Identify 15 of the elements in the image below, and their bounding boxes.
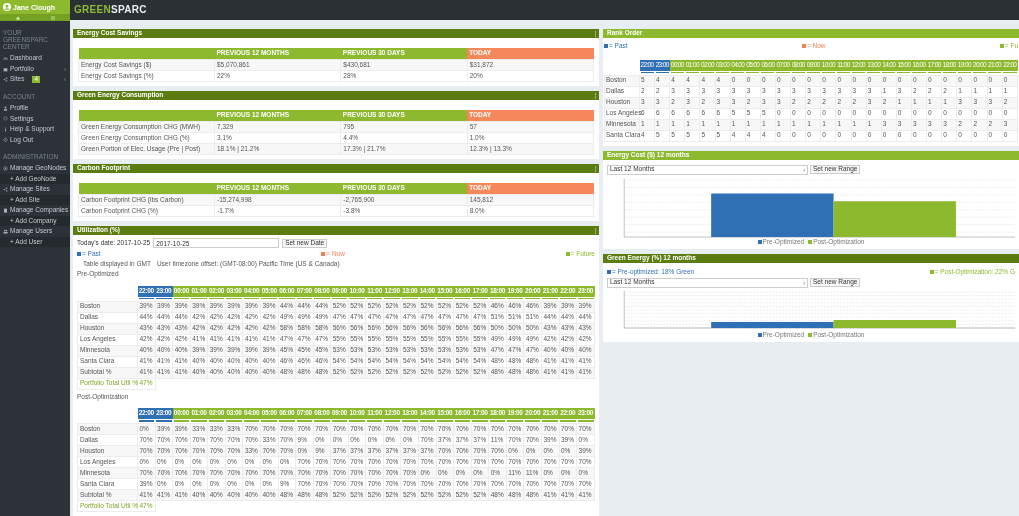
grid-icon[interactable] bbox=[50, 15, 55, 20]
user-icon bbox=[3, 105, 8, 111]
users-icon bbox=[3, 228, 8, 234]
building-icon bbox=[3, 207, 8, 213]
settings-icon bbox=[3, 116, 8, 122]
power-icon bbox=[3, 137, 8, 143]
avatar-icon bbox=[3, 3, 11, 11]
share-icon bbox=[3, 186, 8, 192]
caret-icon bbox=[802, 167, 805, 172]
folder-icon bbox=[3, 66, 8, 72]
caret-icon bbox=[802, 280, 805, 285]
target-icon bbox=[3, 165, 8, 171]
logo: GREENSPARC bbox=[74, 5, 147, 15]
share-icon bbox=[3, 77, 8, 83]
gauge-icon bbox=[3, 56, 8, 62]
